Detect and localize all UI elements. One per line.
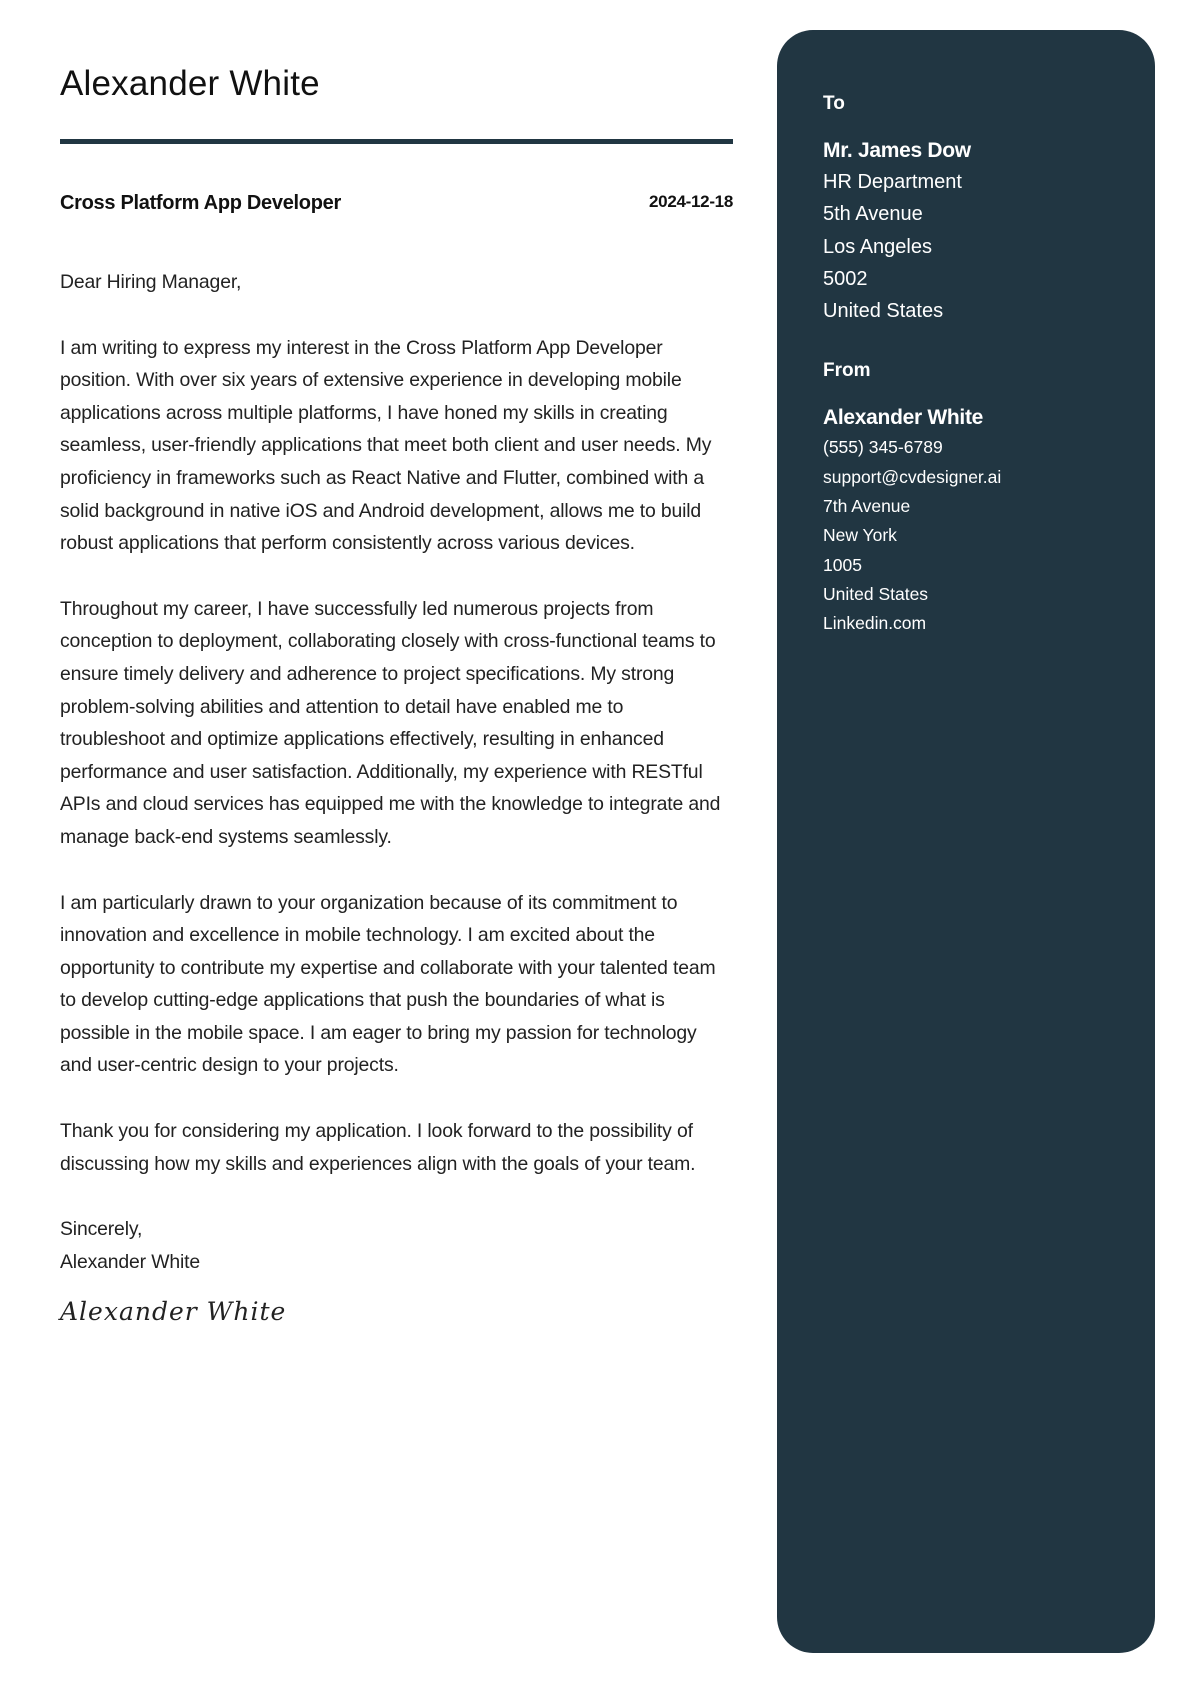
sender-name: Alexander White [823,406,984,430]
body-paragraph-3: I am particularly drawn to your organiza… [60,891,716,1077]
contact-sidebar: To Mr. James Dow HR Department 5th Avenu… [777,30,1155,1653]
closing: Sincerely, [60,1218,143,1241]
signature: Alexander White [60,1297,287,1327]
sender-country: United States [823,583,929,604]
sender-phone[interactable]: (555) 345-6789 [823,433,1143,462]
sender-street: 7th Avenue [823,496,911,517]
job-title: Cross Platform App Developer [60,192,341,214]
letter-date: 2024-12-18 [649,192,733,211]
recipient-country: United States [823,300,944,323]
recipient-department: HR Department [823,171,962,193]
closing-name: Alexander White [60,1250,201,1273]
sender-website-link[interactable]: Linkedin.com [823,609,1143,638]
recipient-city: Los Angeles [823,235,932,258]
sender-name-title: Alexander White [60,64,320,103]
body-paragraph-2: Throughout my career, I have successfull… [60,597,721,848]
sender-section: From Alexander White (555) 345-6789 supp… [823,357,1143,638]
letter-body: Dear Hiring Manager, I am writing to exp… [60,266,733,1329]
salutation: Dear Hiring Manager, [60,271,242,293]
recipient-postal-code: 5002 [823,267,868,290]
from-heading: From [823,360,871,382]
to-heading: To [823,93,845,114]
sender-city: New York [823,525,897,546]
recipient-name: Mr. James Dow [823,139,971,162]
body-paragraph-4: Thank you for considering my application… [60,1120,696,1175]
header-divider [60,139,733,144]
sender-postal-code: 1005 [823,554,862,575]
sender-email[interactable]: support@cvdesigner.ai [823,463,1143,492]
recipient-street: 5th Avenue [823,203,923,226]
body-paragraph-1: I am writing to express my interest in t… [60,336,712,555]
recipient-section: To Mr. James Dow HR Department 5th Avenu… [823,90,1143,327]
